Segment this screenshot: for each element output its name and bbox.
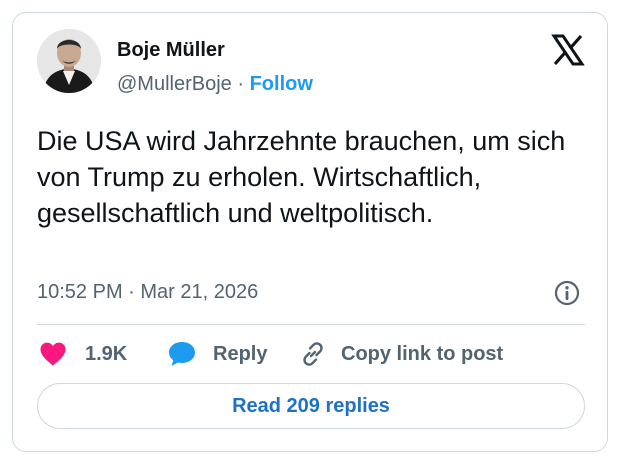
divider (37, 324, 585, 325)
tweet-card: Boje Müller @MullerBoje · Follow Die USA… (12, 12, 608, 452)
tweet-text: Die USA wird Jahrzehnte brauchen, um sic… (37, 126, 566, 228)
copy-link-button[interactable]: Copy link to post (299, 339, 503, 369)
speech-bubble-icon (169, 342, 195, 366)
x-logo-icon[interactable] (551, 33, 585, 67)
author-avatar[interactable] (37, 29, 101, 93)
like-button[interactable]: 1.9K (39, 339, 127, 369)
author-handle-row: @MullerBoje · Follow (117, 73, 313, 96)
follow-button[interactable]: Follow (250, 73, 313, 95)
handle-separator: · (231, 73, 250, 95)
copy-link-label: Copy link to post (341, 342, 504, 365)
author-name[interactable]: Boje Müller (117, 39, 225, 62)
author-handle[interactable]: @MullerBoje (117, 73, 232, 95)
reply-label: Reply (213, 342, 268, 365)
read-replies-button[interactable]: Read 209 replies (37, 383, 585, 429)
info-icon[interactable] (553, 279, 581, 307)
link-icon (303, 342, 323, 366)
reply-button[interactable]: Reply (167, 339, 267, 369)
tweet-timestamp[interactable]: 10:52 PM · Mar 21, 2026 (37, 281, 258, 304)
like-count: 1.9K (85, 342, 128, 365)
heart-icon (40, 342, 66, 366)
